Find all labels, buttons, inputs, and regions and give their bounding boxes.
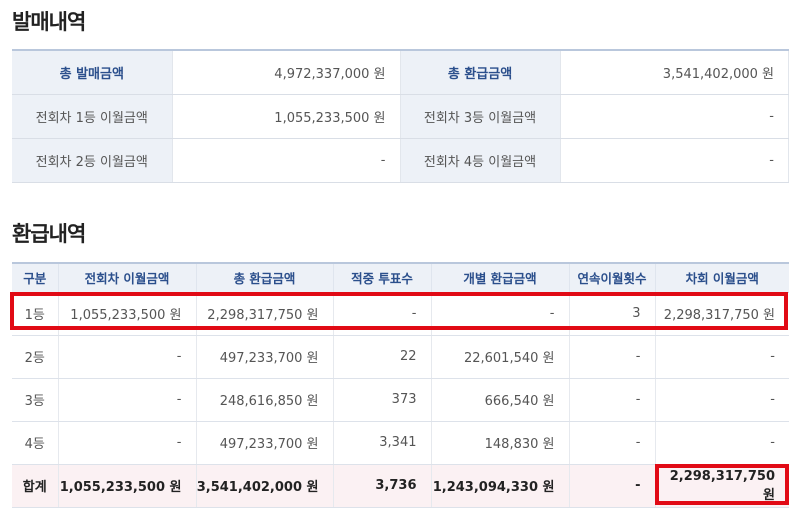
- total-refund-label: 총 환급금액: [400, 50, 560, 95]
- col-header-prev-carryover: 전회차 이월금액: [58, 263, 197, 293]
- cell-consecutive-carryover: -: [569, 335, 656, 379]
- table-header-row: 구분 전회차 이월금액 총 환급금액 적중 투표수 개별 환급금액 연속이월횟수…: [12, 263, 789, 293]
- cell-grade: 합계: [12, 464, 59, 508]
- cell-individual-refund: 148,830 원: [431, 421, 570, 465]
- cell-total-refund: 497,233,700 원: [196, 421, 334, 465]
- refund-section-title: 환급내역: [12, 222, 86, 246]
- prev-4th-carryover-value: -: [559, 138, 789, 183]
- cell-individual-refund: 22,601,540 원: [431, 335, 570, 379]
- total-row: 합계 1,055,233,500 원 3,541,402,000 원 3,736…: [12, 464, 789, 508]
- cell-grade: 1등: [12, 292, 59, 336]
- table-row: 전회차 1등 이월금액 1,055,233,500 원 전회차 3등 이월금액 …: [12, 94, 789, 139]
- sale-summary-table: 총 발매금액 4,972,337,000 원 총 환급금액 3,541,402,…: [12, 49, 789, 183]
- col-header-grade: 구분: [12, 263, 59, 293]
- col-header-winning-votes: 적중 투표수: [333, 263, 432, 293]
- cell-winning-votes: 373: [333, 378, 432, 422]
- refund-table: 구분 전회차 이월금액 총 환급금액 적중 투표수 개별 환급금액 연속이월횟수…: [12, 262, 789, 508]
- prev-2nd-carryover-label: 전회차 2등 이월금액: [12, 138, 172, 183]
- cell-total-refund: 248,616,850 원: [196, 378, 334, 422]
- col-header-total-refund: 총 환급금액: [196, 263, 334, 293]
- total-refund-value: 3,541,402,000 원: [559, 50, 789, 95]
- cell-individual-refund: 1,243,094,330 원: [431, 464, 570, 508]
- cell-individual-refund: -: [431, 292, 570, 336]
- cell-grade: 2등: [12, 335, 59, 379]
- cell-grade: 4등: [12, 421, 59, 465]
- cell-winning-votes: 22: [333, 335, 432, 379]
- table-row: 2등 - 497,233,700 원 22 22,601,540 원 - -: [12, 335, 789, 379]
- sale-section-title: 발매내역: [12, 10, 86, 34]
- col-header-individual-refund: 개별 환급금액: [431, 263, 570, 293]
- cell-prev-carryover: -: [58, 421, 197, 465]
- table-row: 전회차 2등 이월금액 - 전회차 4등 이월금액 -: [12, 138, 789, 183]
- cell-prev-carryover: -: [58, 335, 197, 379]
- col-header-consecutive-carryover: 연속이월횟수: [569, 263, 656, 293]
- prev-3rd-carryover-label: 전회차 3등 이월금액: [400, 94, 560, 139]
- cell-next-carryover: 2,298,317,750 원: [655, 464, 789, 508]
- cell-individual-refund: 666,540 원: [431, 378, 570, 422]
- prev-2nd-carryover-value: -: [171, 138, 401, 183]
- cell-consecutive-carryover: -: [569, 464, 656, 508]
- cell-next-carryover: -: [655, 335, 789, 379]
- prev-3rd-carryover-value: -: [559, 94, 789, 139]
- table-row: 4등 - 497,233,700 원 3,341 148,830 원 - -: [12, 421, 789, 465]
- cell-winning-votes: 3,736: [333, 464, 432, 508]
- cell-winning-votes: 3,341: [333, 421, 432, 465]
- total-sale-label: 총 발매금액: [12, 50, 172, 95]
- cell-total-refund: 497,233,700 원: [196, 335, 334, 379]
- cell-next-carryover: 2,298,317,750 원: [655, 292, 789, 336]
- cell-next-carryover: -: [655, 421, 789, 465]
- cell-consecutive-carryover: 3: [569, 292, 656, 336]
- cell-prev-carryover: -: [58, 378, 197, 422]
- prev-1st-carryover-value: 1,055,233,500 원: [171, 94, 401, 139]
- cell-prev-carryover: 1,055,233,500 원: [58, 292, 197, 336]
- cell-consecutive-carryover: -: [569, 421, 656, 465]
- table-row: 3등 - 248,616,850 원 373 666,540 원 - -: [12, 378, 789, 422]
- cell-total-refund: 2,298,317,750 원: [196, 292, 334, 336]
- cell-total-refund: 3,541,402,000 원: [196, 464, 334, 508]
- table-row: 1등 1,055,233,500 원 2,298,317,750 원 - - 3…: [12, 292, 789, 336]
- cell-prev-carryover: 1,055,233,500 원: [58, 464, 197, 508]
- cell-next-carryover: -: [655, 378, 789, 422]
- total-sale-value: 4,972,337,000 원: [171, 50, 401, 95]
- col-header-next-carryover: 차회 이월금액: [655, 263, 789, 293]
- cell-grade: 3등: [12, 378, 59, 422]
- prev-1st-carryover-label: 전회차 1등 이월금액: [12, 94, 172, 139]
- prev-4th-carryover-label: 전회차 4등 이월금액: [400, 138, 560, 183]
- cell-consecutive-carryover: -: [569, 378, 656, 422]
- table-row: 총 발매금액 4,972,337,000 원 총 환급금액 3,541,402,…: [12, 50, 789, 95]
- cell-winning-votes: -: [333, 292, 432, 336]
